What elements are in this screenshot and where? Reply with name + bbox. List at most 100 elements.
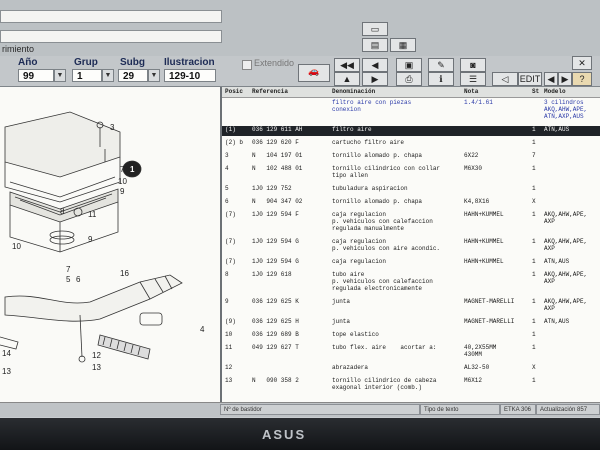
table-row[interactable]: (2) b 036 129 620 F cartucho filtro aire 1 (222, 139, 600, 149)
callout-6[interactable]: 6 (76, 275, 80, 284)
parts-view-icon[interactable]: ▤ (362, 38, 388, 52)
cell-ref: 036 129 620 F (252, 139, 299, 146)
cell-pos: (2) b (225, 139, 244, 146)
cell-qty: 1 (532, 377, 536, 384)
cell-model: AKQ,AHW,APE, AXP (544, 238, 588, 252)
cell-ref: 1J0 129 618 (252, 271, 292, 278)
close-icon[interactable]: ✕ (572, 56, 592, 70)
help-button[interactable]: ? (572, 72, 592, 86)
print-icon[interactable]: ⎙ (396, 72, 422, 86)
callout-14[interactable]: 14 (2, 349, 11, 358)
table-row[interactable]: 12 abrazadera AL32-50 X (222, 364, 600, 374)
grid-view-icon[interactable]: ▦ (390, 38, 416, 52)
cell-desc: junta (332, 318, 351, 325)
callout-16[interactable]: 16 (120, 269, 129, 278)
callout-9[interactable]: 9 (120, 187, 124, 196)
next-page-icon[interactable]: ▶ (558, 72, 572, 86)
chevron-down-icon[interactable]: ▼ (54, 69, 66, 82)
col-qty: St (532, 88, 540, 95)
nav-first-icon[interactable]: ◀◀ (334, 58, 360, 72)
cell-note: HAHN+KUMMEL (464, 258, 504, 265)
table-row[interactable]: 4 N 102 488 01 tornillo cilindrico con col… (222, 165, 600, 182)
chevron-down-icon[interactable]: ▼ (148, 69, 160, 82)
chevron-down-icon[interactable]: ▼ (102, 69, 114, 82)
vehicle-field[interactable] (0, 10, 222, 23)
callout-1[interactable]: 1 (130, 165, 134, 174)
prev-page-icon[interactable]: ◀ (544, 72, 558, 86)
table-row[interactable]: 10 036 129 689 B tope elastico 1 (222, 331, 600, 341)
edit-button[interactable]: EDIT (518, 72, 542, 86)
equipment-field[interactable] (0, 30, 222, 43)
callout-10b[interactable]: 10 (12, 242, 21, 251)
info-icon[interactable]: ℹ (428, 72, 454, 86)
status-bar: Nº de bastidor Tipo de texto ETKA 306 Ac… (0, 402, 600, 417)
table-row[interactable]: 9 036 129 625 K junta MAGNET-MARELLI 1 AKQ,AH… (222, 298, 600, 315)
callout-12[interactable]: 12 (92, 351, 101, 360)
extended-checkbox[interactable] (242, 60, 252, 70)
year-label: Año (18, 57, 38, 68)
callout-3[interactable]: 3 (110, 123, 114, 132)
exploded-diagram[interactable]: 3 1 7 10 9 11 8 9 10 7 5 6 16 4 12 13 14… (0, 87, 222, 402)
callout-11[interactable]: 11 (88, 210, 96, 219)
table-row[interactable]: 6 N 904 347 02 tornillo alomado p. chapa K4… (222, 198, 600, 208)
selection-bar: Año Grup Subg Ilustracion 99 ▼ 1 ▼ 29 ▼ … (0, 56, 600, 87)
cell-desc: tubo flex. aire acortar a: (332, 344, 437, 351)
subgroup-select[interactable]: 29 (118, 69, 148, 82)
cart-icon[interactable]: ▣ (396, 58, 422, 72)
cell-pos: (7) (225, 258, 236, 265)
table-row[interactable]: (7) 1J0 129 594 F caja regulacion p. vehic… (222, 211, 600, 235)
year-select[interactable]: 99 (18, 69, 54, 82)
table-row[interactable]: (7) 1J0 129 594 G caja regulacion p. vehic… (222, 238, 600, 255)
cell-ref: 1J0 129 594 G (252, 238, 299, 245)
table-row[interactable]: 13 N 090 358 2 tornillo cilindrico de cabe… (222, 377, 600, 394)
callout-7[interactable]: 7 (120, 165, 124, 174)
table-row[interactable]: 3 N 104 197 01 tornillo alomado p. chapa 6X… (222, 152, 600, 162)
nav-prev-icon[interactable]: ◀ (362, 58, 388, 72)
callout-13b[interactable]: 13 (2, 367, 11, 376)
cell-pos: (1) (225, 126, 236, 133)
table-row[interactable]: 5 1J0 129 752 tubuladura aspiracion 1 (222, 185, 600, 195)
callout-13[interactable]: 13 (92, 363, 101, 372)
edit-icon[interactable]: ✎ (428, 58, 454, 72)
callout-7b[interactable]: 7 (66, 265, 70, 274)
callout-9b[interactable]: 9 (88, 235, 92, 244)
camera-icon[interactable]: ◙ (460, 58, 486, 72)
table-row[interactable]: 11 049 129 627 T tubo flex. aire acortar a… (222, 344, 600, 361)
cell-model: ATN,AUS (544, 126, 570, 133)
group-select[interactable]: 1 (72, 69, 102, 82)
cell-qty: X (532, 364, 536, 371)
callout-8[interactable]: 8 (60, 207, 64, 216)
cell-desc: filtro aire con piezas conexion (332, 99, 412, 113)
car-icon[interactable]: 🚗 (298, 64, 330, 82)
table-row[interactable]: (9) 036 129 625 H junta MAGNET-MARELLI 1 ATN,… (222, 318, 600, 328)
nav-up-icon[interactable]: ▲ (334, 72, 360, 86)
nav-next-icon[interactable]: ▶ (362, 72, 388, 86)
monitor-brand-logo: ASUS (262, 427, 307, 442)
cell-qty: 1 (532, 298, 536, 305)
cell-model: AKQ,AHW,APE, AXP (544, 271, 588, 285)
cell-note: MAGNET-MARELLI (464, 318, 515, 325)
table-row[interactable]: (7) 1J0 129 594 G caja regulacion HAHN+KUMM… (222, 258, 600, 268)
cell-ref: 049 129 627 T (252, 344, 299, 351)
table-row[interactable]: filtro aire con piezas conexion 1.4/1.61 3… (222, 99, 600, 123)
illustration-label: Ilustracion (164, 57, 215, 68)
illustration-field[interactable]: 129-10 (164, 69, 216, 82)
cell-note: AL32-50 (464, 364, 490, 371)
callout-5[interactable]: 5 (66, 275, 70, 284)
cell-note: HAHN+KUMMEL (464, 211, 504, 218)
list-icon[interactable]: ☰ (460, 72, 486, 86)
table-row[interactable]: 8 1J0 129 618 tubo aire p. vehiculos con c… (222, 271, 600, 295)
callout-4[interactable]: 4 (200, 325, 204, 334)
cell-ref: 1J0 129 594 F (252, 211, 299, 218)
cell-pos: 5 (225, 185, 229, 192)
table-row[interactable]: (1) 036 129 611 AH filtro aire 1 ATN,AUS (222, 126, 600, 136)
cell-qty: 1 (532, 271, 536, 278)
window-icon[interactable]: ▭ (362, 22, 388, 36)
cell-qty: 1 (532, 344, 536, 351)
back-icon[interactable]: ◁ (492, 72, 518, 86)
cell-model: 3 cilindros AKQ,AHW,APE, ATN,AXP,AUS (544, 99, 588, 120)
col-note: Nota (464, 88, 479, 95)
text-type-field: Tipo de texto (420, 404, 500, 415)
callout-10[interactable]: 10 (118, 177, 127, 186)
frame-number-field[interactable]: Nº de bastidor (220, 404, 420, 415)
